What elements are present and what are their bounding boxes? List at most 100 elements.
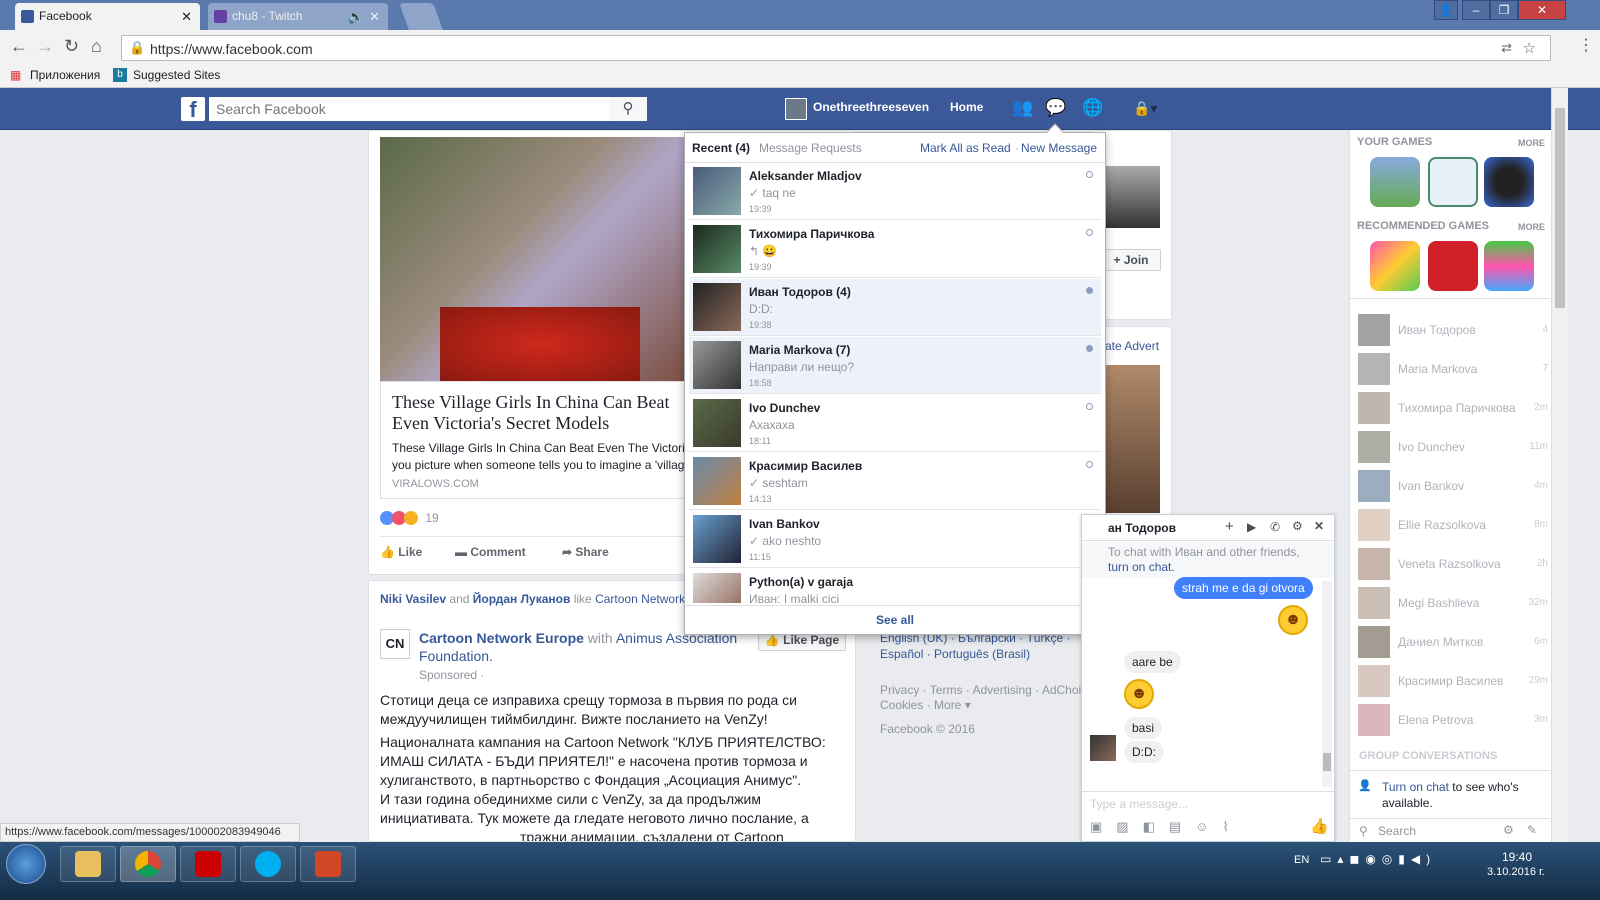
mark-all-read-link[interactable]: Mark All as Read [920,141,1011,155]
bookmark-suggested-sites[interactable]: Suggested Sites [133,68,220,82]
bookmark-star-icon[interactable]: ☆ [1523,39,1536,57]
new-message-link[interactable]: New Message [1021,141,1097,155]
search-input[interactable] [209,97,609,121]
like-button[interactable]: 👍 Like [380,545,422,559]
back-icon[interactable]: ← [10,37,28,55]
maximize-button[interactable]: ❐ [1490,0,1518,20]
chrome-menu-icon[interactable]: ⋮ [1578,37,1594,55]
avatar[interactable] [785,98,807,120]
phone-icon[interactable]: ✆ [1270,520,1280,534]
mark-read-toggle[interactable] [1086,403,1093,410]
start-button[interactable] [6,844,46,884]
language-indicator[interactable]: EN [1294,854,1309,866]
chat-contact[interactable]: Даниел Митков 6m [1358,624,1558,660]
friend-requests-icon[interactable]: 👥 [1012,98,1033,118]
castle-game-icon[interactable] [1370,157,1420,207]
thumbs-up-icon[interactable]: 👍 [1310,817,1329,835]
gear-icon[interactable]: ⚙ [1503,823,1514,837]
system-tray[interactable]: ▭▴◼◉◎▮◀) [1320,852,1436,866]
skype-taskbar-icon[interactable] [240,846,296,882]
add-people-icon[interactable]: + [1225,518,1234,535]
share-button[interactable]: ➦ Share [562,545,609,559]
friend-link[interactable]: Niki Vasilev [380,592,446,606]
clock-time[interactable]: 19:40 [1502,850,1532,864]
sticker-icon[interactable]: ▣ [1090,819,1116,834]
privacy-shortcuts-icon[interactable]: 🔒▾ [1133,100,1157,117]
create-advert-link[interactable]: ate Advert [1105,339,1159,353]
chat-contact[interactable]: Megi Bashlieva 32m [1358,585,1558,621]
minimize-button[interactable]: – [1462,0,1490,20]
message-thread[interactable]: Python(a) v garaja Иван: I malki cici [689,569,1101,603]
home-icon[interactable]: ⌂ [91,37,102,55]
mark-read-toggle[interactable] [1086,171,1093,178]
dice-game-icon[interactable] [1428,241,1478,291]
chat-contact[interactable]: Красимир Василев 29m [1358,663,1558,699]
page-name-link[interactable]: Cartoon Network Europe [419,630,584,646]
close-icon[interactable]: ✕ [1314,519,1324,533]
chat-contact[interactable]: Ivan Bankov 4m [1358,468,1558,504]
tab-recent[interactable]: Recent (4) [692,141,750,155]
clock-date[interactable]: 3.10.2016 г. [1487,866,1545,878]
turn-on-chat-link[interactable]: Turn on chat [1382,780,1449,794]
tab-message-requests[interactable]: Message Requests [759,141,862,155]
forward-icon[interactable]: → [36,37,54,55]
chat-contact[interactable]: Ivo Dunchev 11m [1358,429,1558,465]
post-image[interactable] [380,137,700,381]
emoji-sticker-icon[interactable]: ◧ [1143,819,1169,834]
comment-button[interactable]: ▬ Comment [455,545,526,559]
close-tab-icon[interactable]: ✕ [369,3,380,30]
chat-scrollbar[interactable] [1322,581,1332,787]
notifications-globe-icon[interactable]: 🌐 [1082,98,1103,118]
new-tab-button[interactable] [399,3,443,30]
home-link[interactable]: Home [950,100,983,114]
message-thread[interactable]: Maria Markova (7) Направи ли нещо? 18:58 [689,337,1101,394]
profile-link[interactable]: Onethreethreeseven [813,100,929,114]
message-thread[interactable]: Красимир Василев ✓ seshtam 14:13 [689,453,1101,510]
8-ball-pool-icon[interactable] [1484,157,1534,207]
facebook-logo-icon[interactable]: f [181,97,205,122]
close-window-button[interactable]: ✕ [1518,0,1566,20]
compose-icon[interactable]: ✎ [1527,823,1537,837]
chat-contact[interactable]: Veneta Razsolkova 2h [1358,546,1558,582]
chat-contact[interactable]: Иван Тодоров 4 [1358,312,1558,348]
gear-icon[interactable]: ⚙ [1292,519,1303,533]
explorer-taskbar-icon[interactable] [60,846,116,882]
photo-icon[interactable]: ▨ [1116,819,1142,834]
chat-contact[interactable]: Maria Markova 7 [1358,351,1558,387]
page-link[interactable]: Cartoon Network [595,592,685,606]
mark-read-toggle[interactable] [1086,345,1093,352]
close-tab-icon[interactable]: ✕ [181,3,192,30]
chat-contact[interactable]: Elena Petrova 3m [1358,702,1558,738]
message-thread[interactable]: Ivan Bankov ✓ ako neshto 11:15 [689,511,1101,568]
powerpoint-taskbar-icon[interactable] [300,846,356,882]
chat-title[interactable]: ан Тодоров [1108,521,1176,535]
cartoon-network-logo-icon[interactable]: CN [380,629,410,659]
translate-icon[interactable]: ⇄ [1501,40,1512,56]
ad-image[interactable] [1105,365,1160,513]
message-thread[interactable]: Иван Тодоров (4) D:D: 19:38 [689,279,1101,336]
group-image[interactable] [1105,166,1160,228]
bookmark-apps[interactable]: Приложения [30,68,100,82]
mark-read-toggle[interactable] [1086,229,1093,236]
attach-file-icon[interactable]: ⌇ [1222,819,1242,834]
sidebar-search[interactable]: ⚲ Search ⚙ ✎ [1350,818,1550,842]
chat-contact[interactable]: Ellie Razsolkova 8m [1358,507,1558,543]
more-recommended-link[interactable]: MORE [1518,222,1545,232]
page-scrollbar[interactable] [1551,88,1568,842]
user-profile-icon[interactable]: 👤 [1434,0,1458,20]
tab-twitch[interactable]: chu8 - Twitch 🔈 ✕ [208,3,388,30]
messages-icon[interactable]: 💬 [1045,98,1066,118]
sponsored-label[interactable]: Sponsored · [419,668,484,682]
friend-link[interactable]: Йордан Луканов [473,592,571,606]
profile-game-icon[interactable] [1428,157,1478,207]
chrome-taskbar-icon[interactable] [120,846,176,882]
more-games-link[interactable]: MORE [1518,138,1545,148]
acrobat-taskbar-icon[interactable] [180,846,236,882]
footer-links[interactable]: Privacy · Terms · Advertising · AdChoi [880,683,1081,697]
gif-icon[interactable]: ▤ [1169,819,1195,834]
omnibox[interactable]: 🔒 https://www.facebook.com ⇄ ☆ [121,35,1551,61]
mark-read-toggle[interactable] [1086,287,1093,294]
link-title[interactable]: These Village Girls In China Can Beat Ev… [392,392,692,434]
emoji-icon[interactable]: ☺ [1195,819,1222,834]
chat-contact[interactable]: Тихомира Паричкова 2m [1358,390,1558,426]
